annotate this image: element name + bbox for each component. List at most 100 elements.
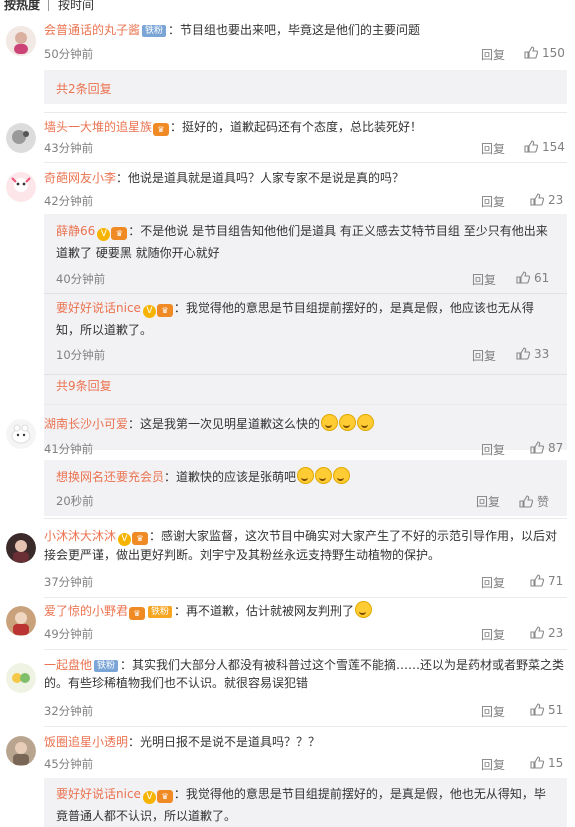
comment-time: 43分钟前	[44, 141, 94, 155]
tab-by-time[interactable]: 按时间	[58, 0, 94, 11]
like-count: 51	[548, 703, 564, 717]
level-icon: ♛	[156, 790, 173, 803]
avatar[interactable]	[6, 172, 36, 202]
divider	[44, 162, 567, 163]
like-button[interactable]: 23	[530, 626, 563, 640]
thumb-up-icon	[530, 703, 545, 716]
divider	[44, 597, 567, 598]
commenter-name[interactable]: 爱了惊的小野君	[44, 604, 128, 618]
comment-text: ：他说是道具就是道具吗？人家专家不是说是真的吗？	[116, 171, 405, 185]
reply-button[interactable]: 回复	[481, 46, 505, 63]
like-button[interactable]: 15	[530, 756, 563, 770]
reply-button[interactable]: 回复	[481, 140, 505, 157]
avatar[interactable]	[6, 26, 36, 56]
fan-badge: 铁粉	[94, 660, 119, 672]
avatar[interactable]	[6, 663, 36, 693]
verified-icon: V	[142, 791, 156, 804]
thumb-up-icon	[530, 441, 545, 454]
like-button[interactable]: 51	[530, 703, 563, 717]
like-count: 61	[534, 271, 550, 285]
level-icon: ♛	[111, 227, 128, 240]
commenter-name[interactable]: 奇葩网友小李	[44, 171, 116, 185]
level-icon: ♛	[156, 304, 173, 317]
level-icon: ♛	[153, 123, 170, 136]
avatar[interactable]	[6, 533, 36, 563]
commenter-name[interactable]: 一起盘他	[44, 658, 92, 672]
level-icon: ♛	[129, 607, 146, 620]
like-count: 87	[548, 441, 564, 455]
comment-text: ：再不道歉，估计就被网友判刑了	[174, 604, 355, 618]
fan-badge: 铁粉	[148, 606, 173, 618]
avatar[interactable]	[6, 419, 36, 449]
reply-button[interactable]: 回复	[481, 756, 505, 773]
avatar[interactable]	[6, 736, 36, 766]
reply-button[interactable]: 回复	[481, 703, 505, 720]
commenter-name[interactable]: 要好好说话nice	[56, 787, 141, 801]
reply-button[interactable]: 回复	[472, 271, 496, 288]
comment-time: 40分钟前	[56, 272, 106, 286]
commenter-name[interactable]: 要好好说话nice	[56, 301, 141, 315]
like-count: 150	[542, 46, 565, 60]
divider	[44, 649, 567, 650]
comment-text: ：挺好的，道歉起码还有个态度，总比装死好！	[170, 120, 423, 134]
thumb-up-icon	[530, 574, 545, 587]
reply-button[interactable]: 回复	[481, 626, 505, 643]
comment-time: 45分钟前	[44, 757, 94, 771]
thumb-up-icon	[524, 140, 539, 153]
divider	[44, 112, 567, 113]
like-button[interactable]: 23	[530, 193, 563, 207]
commenter-name[interactable]: 小沐沐大沐沐	[44, 529, 116, 543]
like-count: 赞	[537, 495, 550, 509]
commenter-name[interactable]: 湖南长沙小可爱	[44, 417, 128, 431]
reply-button[interactable]: 回复	[476, 493, 500, 510]
commenter-name[interactable]: 墙头一大堆的追星族	[44, 120, 152, 134]
divider	[44, 404, 567, 405]
thumb-up-icon	[530, 756, 545, 769]
comment-text: ：其实我们大部分人都没有被科普过这个雪莲不能摘……还以为是药材或者野菜之类的。有…	[44, 658, 565, 690]
divider	[44, 293, 567, 294]
avatar[interactable]	[6, 606, 36, 636]
comment-text: ：节目组也要出来吧，毕竟这是他们的主要问题	[168, 23, 421, 37]
like-button[interactable]: 赞	[519, 493, 549, 510]
like-button[interactable]: 71	[530, 574, 563, 588]
laugh-cry-emoji	[321, 414, 339, 431]
thumb-up-icon	[530, 626, 545, 639]
thumb-up-icon	[516, 347, 531, 360]
like-button[interactable]: 150	[524, 46, 565, 60]
avatar[interactable]	[6, 123, 36, 153]
divider	[44, 726, 567, 727]
reply-box: 共2条回复	[44, 70, 567, 104]
tab-divider	[48, 0, 49, 11]
comment-text: ：道歉快的应该是张萌吧	[164, 470, 297, 484]
tab-by-hot[interactable]: 按热度	[4, 0, 40, 11]
reply-button[interactable]: 回复	[481, 574, 505, 591]
like-button[interactable]: 33	[516, 347, 549, 361]
comment-time: 32分钟前	[44, 704, 94, 718]
commenter-name[interactable]: 饭圈追星小透明	[44, 735, 128, 749]
like-button[interactable]: 61	[516, 271, 549, 285]
commenter-name[interactable]: 会普通话的丸子酱	[44, 23, 140, 37]
more-replies-link[interactable]: 共9条回复	[56, 377, 112, 394]
like-count: 23	[548, 626, 564, 640]
thumb-up-icon	[516, 271, 531, 284]
reply-button[interactable]: 回复	[472, 347, 496, 364]
comment-time: 42分钟前	[44, 194, 94, 208]
like-button[interactable]: 87	[530, 441, 563, 455]
fan-badge: 铁粉	[142, 25, 167, 37]
comment-time: 37分钟前	[44, 575, 94, 589]
like-button[interactable]: 154	[524, 140, 565, 154]
commenter-name[interactable]: 想换网名还要充会员	[56, 470, 164, 484]
laugh-cry-emoji	[357, 414, 375, 431]
like-count: 15	[548, 756, 564, 770]
comment-time: 10分钟前	[56, 348, 106, 362]
commenter-name[interactable]: 薛静66	[56, 224, 95, 238]
laugh-cry-emoji	[339, 414, 357, 431]
like-count: 23	[548, 193, 564, 207]
reply-button[interactable]: 回复	[481, 193, 505, 210]
like-count: 33	[534, 347, 550, 361]
divider	[44, 518, 567, 519]
more-replies-link[interactable]: 共2条回复	[56, 80, 112, 97]
reply-button[interactable]: 回复	[481, 441, 505, 458]
grin-emoji	[333, 467, 351, 484]
thumb-up-icon	[519, 495, 534, 508]
